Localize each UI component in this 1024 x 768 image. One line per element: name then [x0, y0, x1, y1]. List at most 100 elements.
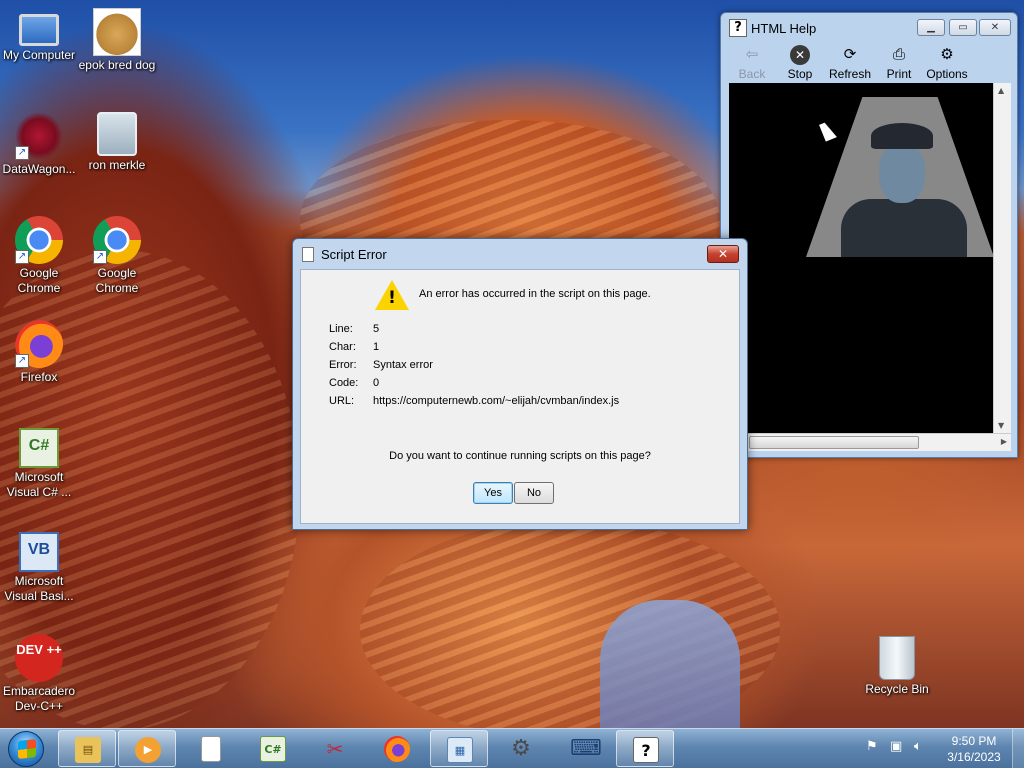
- desktop-icon-firefox[interactable]: ↗ Firefox: [0, 320, 78, 385]
- control-panel-icon: ▦: [447, 737, 473, 763]
- figure-body: [841, 199, 967, 257]
- desktop-icon-dev-cpp[interactable]: DEV ++ Embarcadero Dev-C++: [0, 634, 78, 714]
- dialog-close-button[interactable]: ✕: [707, 245, 739, 263]
- options-button[interactable]: ⚙ Options: [922, 43, 972, 81]
- detail-value: 5: [373, 323, 380, 335]
- taskbar-item-media-player[interactable]: ▶: [118, 730, 176, 767]
- refresh-icon: ⟳: [843, 46, 857, 63]
- action-center-flag-icon[interactable]: ⚑: [866, 739, 878, 754]
- wallpaper-sky: [600, 600, 740, 728]
- printer-icon: ⎙: [892, 46, 905, 63]
- start-button[interactable]: [8, 731, 44, 767]
- desktop-icon-label: Embarcadero Dev-C++: [2, 684, 76, 713]
- desktop-icon-google-chrome-2[interactable]: ↗ Google Chrome: [78, 216, 156, 296]
- taskbar-item-document[interactable]: [182, 730, 240, 767]
- snipping-tool-icon: ✂: [326, 737, 344, 761]
- volume-icon[interactable]: 🔈︎: [914, 739, 922, 754]
- desktop-icon-label: Microsoft Visual Basi...: [4, 574, 74, 603]
- detail-value: 0: [373, 377, 380, 389]
- desktop-icon-google-chrome[interactable]: ↗ Google Chrome: [0, 216, 78, 296]
- scroll-right-icon[interactable]: ▶: [1001, 437, 1007, 446]
- taskbar-item-firefox[interactable]: [368, 730, 426, 767]
- taskbar: ▤ ▶ C# ✂ ▦ ⚙ ⌨ ? ⚑ ▣ 🔈︎ 9:50 PM 3/16/202…: [0, 728, 1024, 768]
- document-icon: [302, 247, 314, 262]
- shortcut-arrow-icon: ↗: [15, 354, 29, 368]
- network-icon[interactable]: ▣: [890, 739, 902, 754]
- detail-row-line: Line: 5: [329, 323, 379, 335]
- system-tray: ⚑ ▣ 🔈︎: [862, 737, 942, 761]
- desktop-icon-my-computer[interactable]: My Computer: [0, 8, 78, 63]
- scroll-up-icon[interactable]: ▲: [998, 86, 1004, 95]
- file-explorer-icon: ▤: [75, 737, 101, 763]
- windows-logo-icon: [18, 739, 36, 759]
- maximize-button[interactable]: ▭: [949, 19, 977, 36]
- desktop-icon-ron-merkle[interactable]: ron merkle: [78, 112, 156, 173]
- scroll-down-icon[interactable]: ▼: [998, 421, 1004, 430]
- desktop-icon-visual-basic[interactable]: VB Microsoft Visual Basi...: [0, 532, 78, 604]
- print-button[interactable]: ⎙ Print: [874, 43, 924, 81]
- html-help-window[interactable]: ? HTML Help ▁ ▭ ✕ ⇦ Back ✕ Stop ⟳ Refres…: [720, 12, 1018, 458]
- back-button[interactable]: ⇦ Back: [727, 43, 777, 81]
- document-icon: [201, 736, 221, 762]
- chrome-icon: ↗: [15, 216, 63, 264]
- taskbar-item-file-explorer[interactable]: ▤: [58, 730, 116, 767]
- csharp-glyph: C#: [28, 437, 50, 454]
- figure-cap: [871, 123, 933, 149]
- detail-row-char: Char: 1: [329, 341, 379, 353]
- refresh-button[interactable]: ⟳ Refresh: [825, 43, 875, 81]
- detail-label: Line:: [329, 323, 353, 335]
- shortcut-arrow-icon: ↗: [15, 146, 29, 160]
- warning-icon: !: [375, 280, 409, 310]
- taskbar-clock[interactable]: 9:50 PM 3/16/2023: [944, 733, 1004, 765]
- back-label: Back: [738, 67, 766, 81]
- error-headline: An error has occurred in the script on t…: [419, 288, 651, 300]
- clock-date: 3/16/2023: [947, 750, 1001, 764]
- continue-question: Do you want to continue running scripts …: [389, 450, 651, 462]
- desktop-icon-visual-csharp[interactable]: C# Microsoft Visual C# ...: [0, 428, 78, 500]
- taskbar-item-control-panel[interactable]: ▦: [430, 730, 488, 767]
- computer-icon: [19, 14, 59, 46]
- firefox-icon: [384, 736, 410, 762]
- scrollbar-thumb[interactable]: [749, 436, 919, 449]
- desktop-icon-datawagon[interactable]: ↗ DataWagon...: [0, 112, 78, 177]
- vb-icon: VB: [19, 532, 59, 572]
- csharp-icon: C#: [19, 428, 59, 468]
- desktop-icon-label: ron merkle: [88, 158, 146, 172]
- detail-label: URL:: [329, 395, 355, 407]
- yes-button[interactable]: Yes: [473, 482, 513, 504]
- desktop-icon-epok-bred-dog[interactable]: epok bred dog: [78, 8, 156, 73]
- desktop-icon-label: DataWagon...: [2, 162, 76, 176]
- desktop-icon-label: Google Chrome: [17, 266, 61, 295]
- window-title: HTML Help: [751, 21, 817, 36]
- script-error-dialog[interactable]: Script Error ✕ ! An error has occurred i…: [292, 238, 748, 530]
- print-label: Print: [886, 67, 912, 81]
- detail-value: 1: [373, 341, 380, 353]
- help-content-pane[interactable]: [729, 83, 994, 433]
- taskbar-item-snipping-tool[interactable]: ✂: [306, 730, 364, 767]
- detail-row-code: Code: 0: [329, 377, 379, 389]
- taskbar-item-csharp[interactable]: C#: [244, 730, 302, 767]
- stop-button[interactable]: ✕ Stop: [775, 43, 825, 81]
- no-button[interactable]: No: [514, 482, 554, 504]
- detail-value: https://computernewb.com/~elijah/cvmban/…: [373, 395, 620, 407]
- horizontal-scrollbar[interactable]: ▶: [729, 433, 1011, 451]
- minimize-button[interactable]: ▁: [917, 19, 945, 36]
- html-help-titlebar[interactable]: ? HTML Help ▁ ▭ ✕: [721, 13, 1017, 43]
- desktop-icon-recycle-bin[interactable]: Recycle Bin: [858, 636, 936, 697]
- taskbar-item-html-help[interactable]: ?: [616, 730, 674, 767]
- dialog-body: ! An error has occurred in the script on…: [300, 269, 740, 524]
- shortcut-arrow-icon: ↗: [93, 250, 107, 264]
- detail-label: Error:: [329, 359, 357, 371]
- shortcut-arrow-icon: ↗: [15, 250, 29, 264]
- settings-gear-icon: ⚙: [511, 736, 531, 761]
- back-arrow-icon: ⇦: [745, 46, 759, 63]
- media-player-icon: ▶: [135, 737, 161, 763]
- show-desktop-button[interactable]: [1012, 729, 1024, 768]
- vertical-scrollbar[interactable]: ▲ ▼: [993, 83, 1011, 433]
- firefox-icon: ↗: [15, 320, 63, 368]
- dialog-titlebar[interactable]: Script Error ✕: [293, 239, 747, 269]
- clock-time: 9:50 PM: [951, 734, 997, 748]
- taskbar-item-settings[interactable]: ⚙: [492, 730, 550, 767]
- taskbar-item-keyboard[interactable]: ⌨: [554, 730, 612, 767]
- close-button[interactable]: ✕: [979, 19, 1011, 36]
